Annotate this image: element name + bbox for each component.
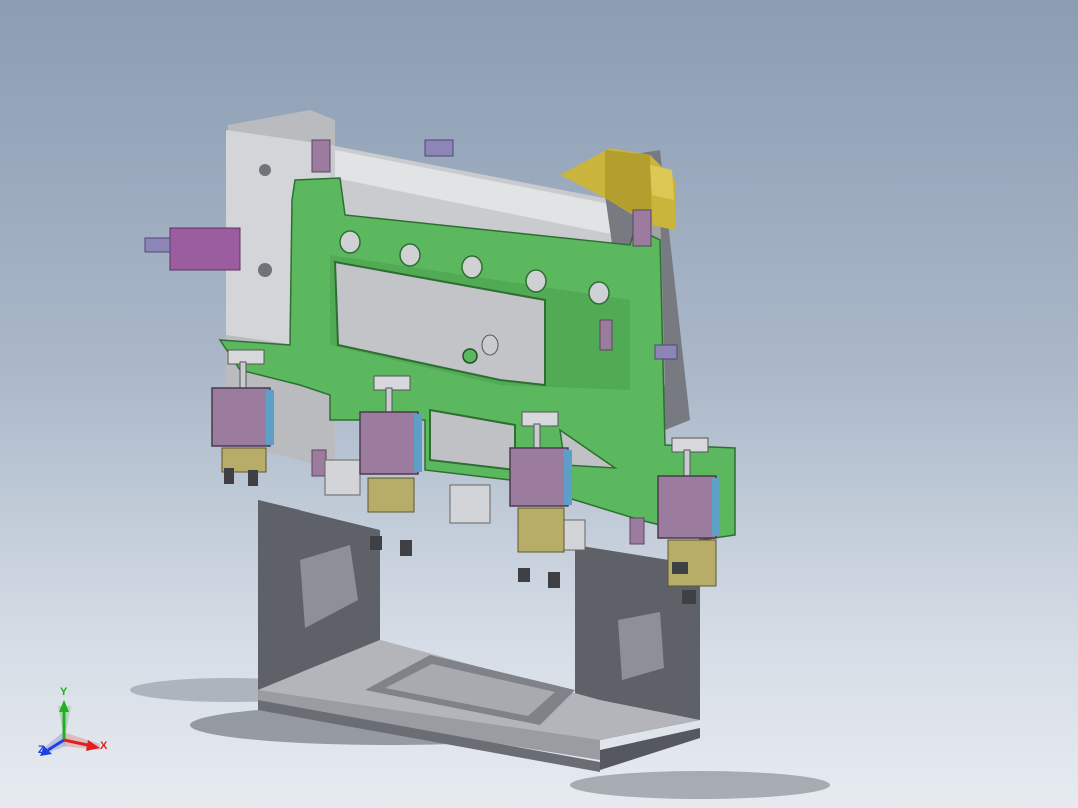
- 3d-viewport[interactable]: [0, 0, 1078, 808]
- assembly-model[interactable]: [0, 0, 1078, 808]
- y-axis-label: Y: [60, 686, 68, 698]
- x-axis-label: X: [100, 740, 108, 752]
- shadow: [570, 771, 830, 799]
- view-triad: Y X Z: [30, 686, 110, 760]
- z-axis-label: Z: [38, 744, 45, 756]
